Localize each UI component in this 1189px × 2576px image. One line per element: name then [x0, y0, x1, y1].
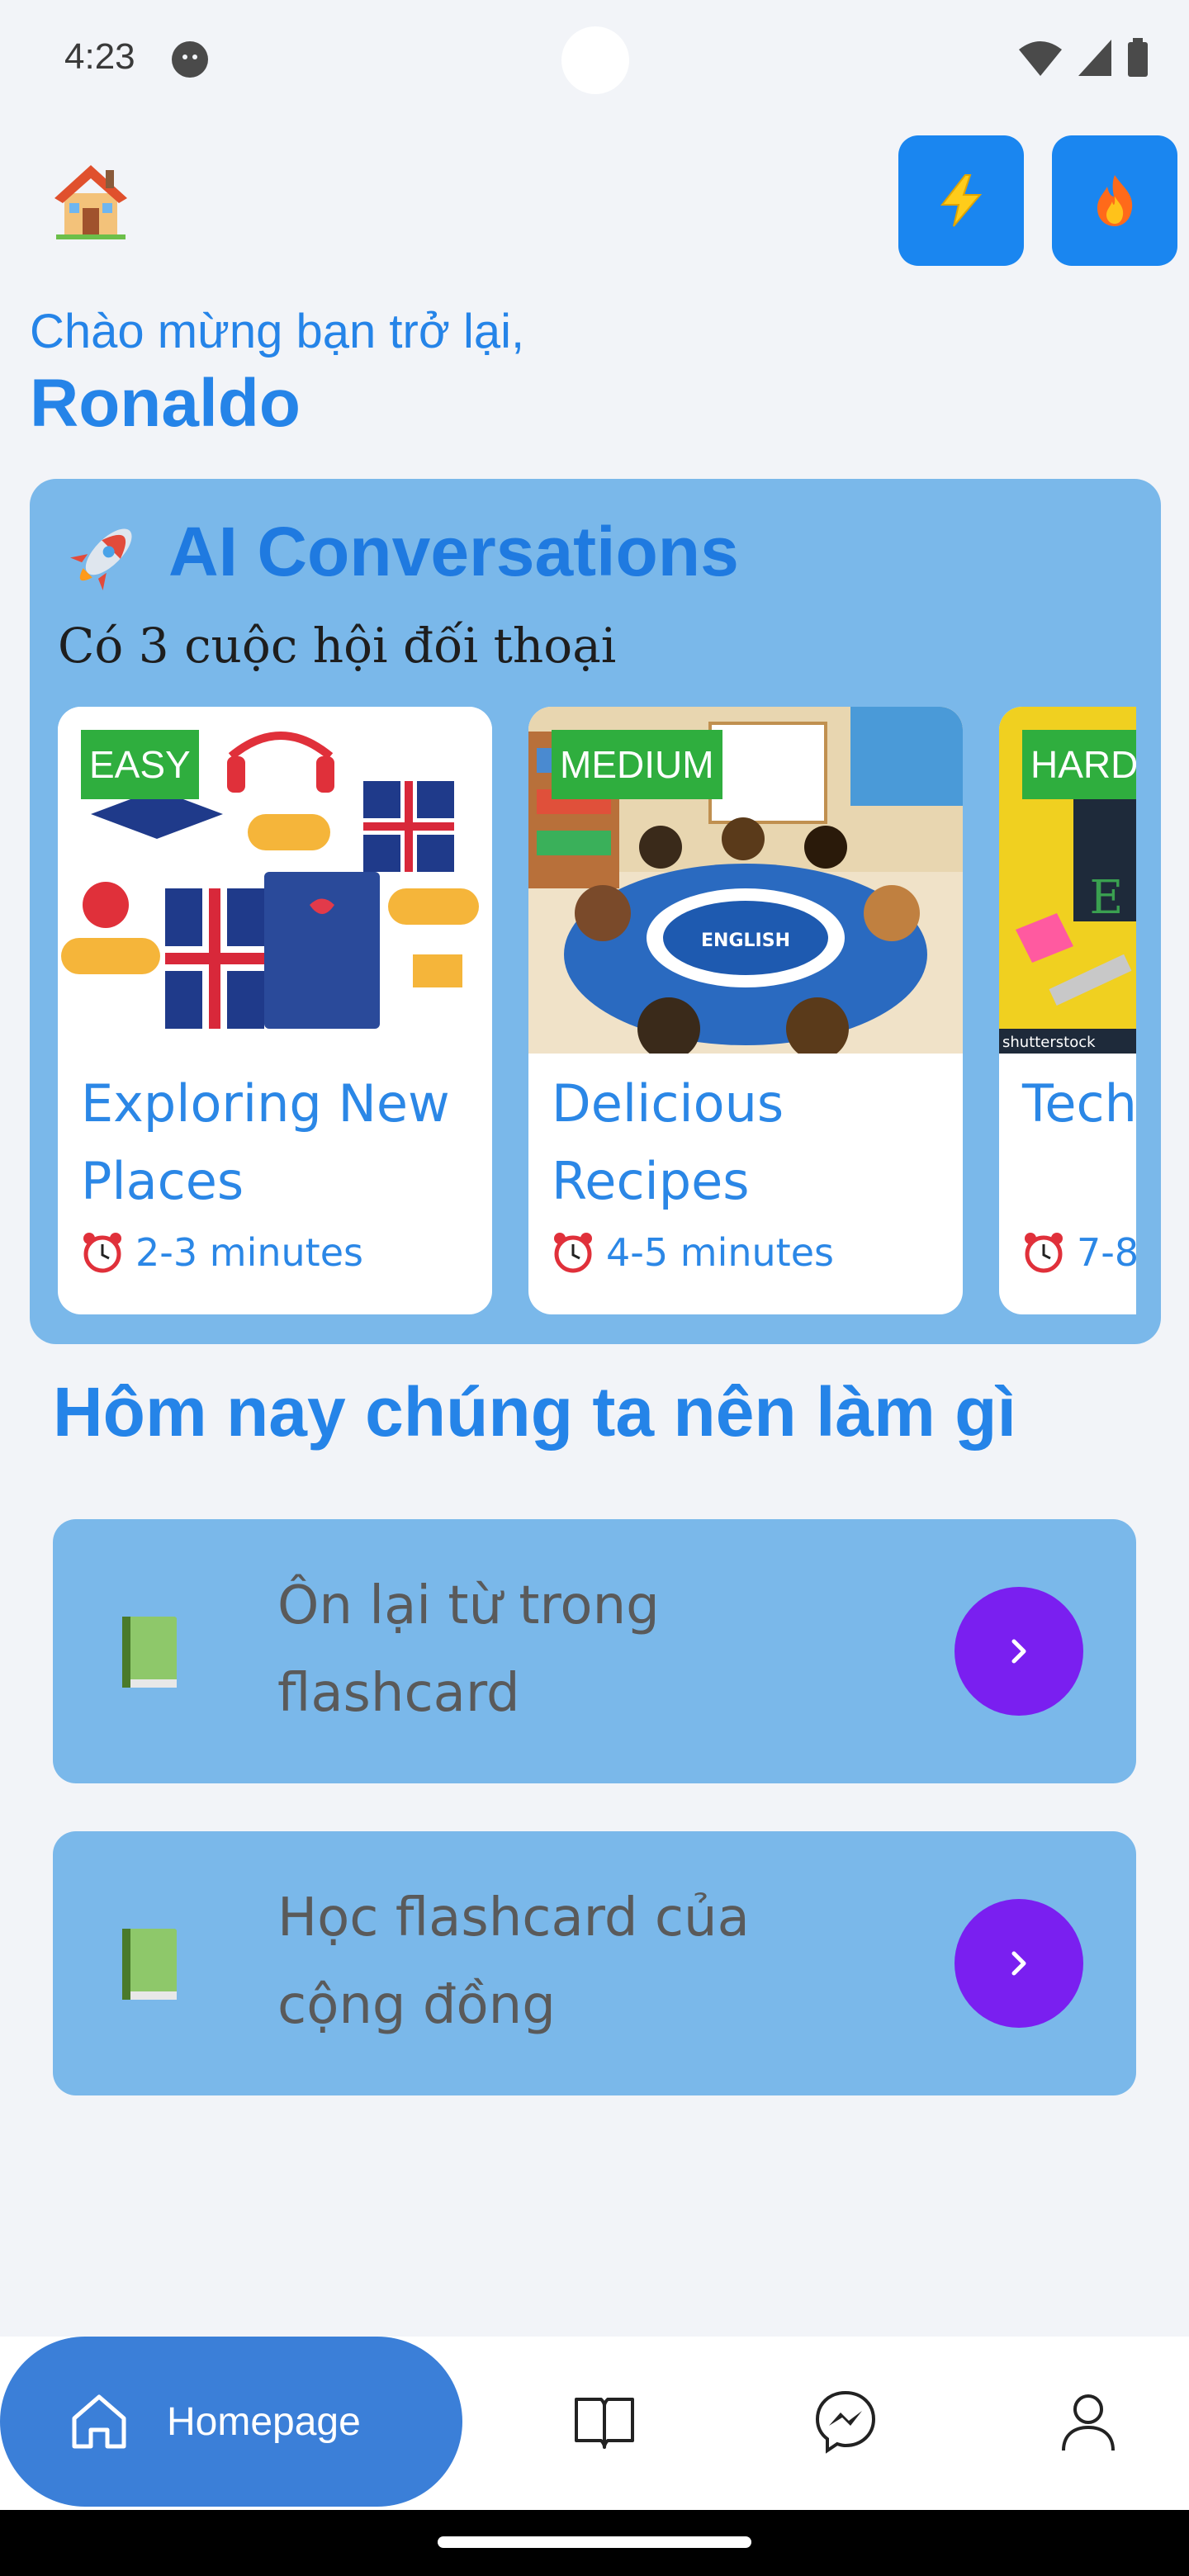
svg-text:E: E — [1090, 871, 1124, 925]
front-camera — [561, 26, 629, 94]
card-duration: 2-3 minutes — [81, 1230, 363, 1275]
battery-icon — [1128, 38, 1148, 77]
house-icon[interactable] — [48, 157, 134, 243]
profile-icon[interactable] — [1054, 2386, 1123, 2455]
rocket-icon — [69, 528, 132, 591]
nav-homepage-label: Homepage — [167, 2399, 361, 2444]
conversation-card[interactable]: E shutterstock HARD Tech 7-8 — [999, 707, 1136, 1314]
bottom-navigation: Homepage — [0, 2337, 1189, 2510]
alarm-clock-icon — [554, 1233, 592, 1273]
greeting-text: Chào mừng bạn trở lại, — [30, 305, 525, 358]
ai-conversations-title: AI Conversations — [168, 513, 739, 590]
status-icons — [1017, 38, 1149, 78]
lightning-button[interactable] — [898, 135, 1024, 266]
alarm-clock-icon — [1025, 1233, 1063, 1273]
difficulty-badge: HARD — [1022, 730, 1136, 799]
wifi-icon — [1019, 41, 1062, 76]
card-duration: 7-8 — [1022, 1230, 1136, 1275]
difficulty-badge: EASY — [81, 730, 199, 799]
card-time-label: 7-8 — [1077, 1230, 1136, 1275]
alarm-clock-icon — [83, 1233, 121, 1273]
go-button[interactable] — [955, 1587, 1083, 1716]
conversation-carousel[interactable]: EASY Exploring New Places 2-3 minutes EN… — [58, 707, 1136, 1314]
app-screen: 4:23 Chào mừng bạn trở lại, Ronaldo AI C… — [0, 0, 1189, 2576]
book-icon[interactable] — [570, 2386, 639, 2455]
home-gesture-handle[interactable] — [438, 2536, 751, 2548]
status-time: 4:23 — [64, 36, 135, 77]
card-title: Delicious Recipes — [552, 1073, 784, 1211]
green-book-icon — [122, 1929, 177, 2000]
home-icon — [72, 2394, 126, 2449]
notification-face-icon — [172, 41, 208, 78]
signal-icon — [1078, 40, 1111, 76]
card-time-label: 2-3 minutes — [135, 1230, 363, 1275]
top-header — [0, 124, 1189, 281]
today-section-title: Hôm nay chúng ta nên làm gì — [53, 1373, 1016, 1451]
chevron-right-icon — [1011, 1951, 1026, 1976]
card-time-label: 4-5 minutes — [606, 1230, 834, 1275]
svg-text:ENGLISH: ENGLISH — [701, 930, 790, 951]
conversation-card[interactable]: EASY Exploring New Places 2-3 minutes — [58, 707, 492, 1314]
task-label: Học flashcard của cộng đồng — [277, 1887, 750, 2036]
user-name: Ronaldo — [30, 366, 301, 441]
difficulty-badge: MEDIUM — [552, 730, 722, 799]
ai-conversations-panel: AI Conversations Có 3 cuộc hội đối thoại — [30, 479, 1161, 1344]
go-button[interactable] — [955, 1899, 1083, 2028]
system-navigation-bar — [0, 2510, 1189, 2576]
messenger-icon[interactable] — [811, 2386, 880, 2455]
fire-button[interactable] — [1052, 135, 1177, 266]
conversation-card[interactable]: ENGLISH MEDIUM Delicious Recipes 4-5 min… — [528, 707, 963, 1314]
fire-icon — [1097, 175, 1133, 226]
chevron-right-icon — [1011, 1639, 1026, 1664]
lightning-icon — [940, 174, 983, 227]
task-label: Ôn lại từ trong flashcard — [277, 1575, 660, 1724]
nav-homepage[interactable]: Homepage — [0, 2337, 462, 2507]
ai-conversations-count: Có 3 cuộc hội đối thoại — [58, 618, 617, 674]
card-title: Exploring New Places — [81, 1073, 450, 1211]
card-title: Tech — [1022, 1073, 1136, 1134]
review-flashcard-card[interactable]: Ôn lại từ trong flashcard — [53, 1519, 1136, 1783]
status-bar: 4:23 — [0, 0, 1189, 124]
svg-text:shutterstock: shutterstock — [1002, 1034, 1096, 1051]
community-flashcard-card[interactable]: Học flashcard của cộng đồng — [53, 1831, 1136, 2095]
green-book-icon — [122, 1617, 177, 1688]
card-duration: 4-5 minutes — [552, 1230, 834, 1275]
